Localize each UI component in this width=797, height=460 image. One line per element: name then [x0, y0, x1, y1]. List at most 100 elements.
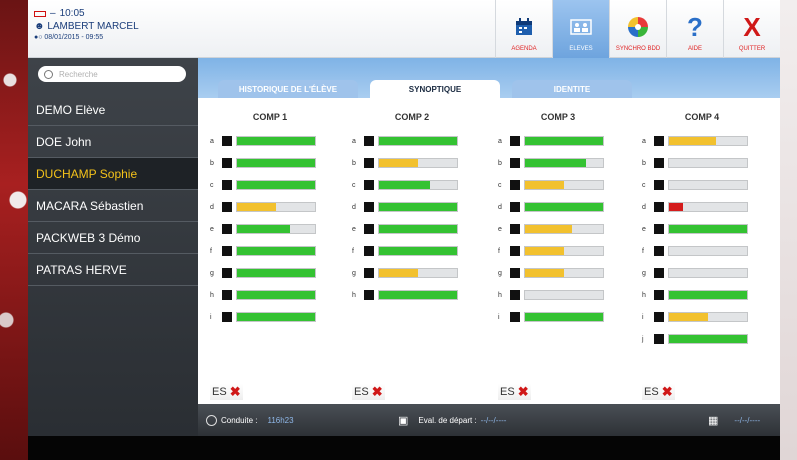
date-value: --/--/---- — [734, 415, 761, 425]
eleves-button[interactable]: ELEVES — [552, 0, 609, 58]
competence-row[interactable]: e — [352, 222, 458, 236]
search-input[interactable]: Recherche — [38, 66, 186, 82]
competence-row[interactable]: i — [642, 310, 748, 324]
progress-bar — [378, 224, 458, 234]
row-letter: g — [352, 269, 356, 277]
competence-row[interactable]: g — [352, 266, 458, 280]
row-marker — [510, 224, 520, 234]
competence-row[interactable]: c — [642, 178, 748, 192]
progress-fill — [525, 313, 603, 321]
competence-row[interactable]: e — [642, 222, 748, 236]
student-list: DEMO Elève DOE John DUCHAMP Sophie MACAR… — [28, 94, 198, 286]
progress-bar — [524, 224, 604, 234]
close-icon: ✖ — [661, 384, 673, 399]
progress-bar — [668, 202, 748, 212]
es-label: ES — [500, 386, 515, 398]
conduite-info: Conduite : 116h23 — [206, 404, 294, 436]
row-letter: h — [210, 291, 214, 299]
competence-row[interactable]: j — [642, 332, 748, 346]
competence-row[interactable]: a — [642, 134, 748, 148]
quitter-label: QUITTER — [738, 46, 766, 52]
calendar-icon — [511, 14, 537, 40]
student-item-macara[interactable]: MACARA Sébastien — [28, 190, 198, 222]
row-letter: g — [498, 269, 502, 277]
competence-row[interactable]: c — [210, 178, 316, 192]
competence-row[interactable]: c — [352, 178, 458, 192]
competence-row[interactable]: b — [210, 156, 316, 170]
progress-bar — [668, 334, 748, 344]
es-button[interactable]: ES ✖ — [498, 384, 531, 400]
session-datetime-text: 08/01/2015 - 09:55 — [44, 34, 104, 41]
competence-row[interactable]: f — [498, 244, 604, 258]
tab-synoptique[interactable]: SYNOPTIQUE — [370, 80, 500, 98]
competence-row[interactable]: h — [498, 288, 604, 302]
main-panel: HISTORIQUE DE L'ÉLÈVE SYNOPTIQUE IDENTIT… — [198, 58, 780, 404]
aide-button[interactable]: ? AIDE — [666, 0, 723, 58]
tab-bar: HISTORIQUE DE L'ÉLÈVE SYNOPTIQUE IDENTIT… — [198, 58, 780, 98]
row-marker — [654, 224, 664, 234]
progress-fill — [525, 137, 603, 145]
competence-row[interactable]: f — [210, 244, 316, 258]
student-item-demo[interactable]: DEMO Elève — [28, 94, 198, 126]
competence-row[interactable]: a — [352, 134, 458, 148]
quitter-button[interactable]: X QUITTER — [723, 0, 780, 58]
competence-row[interactable]: i — [498, 310, 604, 324]
competence-row[interactable]: b — [498, 156, 604, 170]
row-marker — [654, 334, 664, 344]
student-item-patras[interactable]: PATRAS HERVE — [28, 254, 198, 286]
row-marker — [510, 136, 520, 146]
row-letter: a — [498, 137, 502, 145]
progress-fill — [669, 313, 708, 321]
progress-bar — [524, 136, 604, 146]
competence-row[interactable]: g — [210, 266, 316, 280]
competence-row[interactable]: e — [210, 222, 316, 236]
tab-historique[interactable]: HISTORIQUE DE L'ÉLÈVE — [218, 80, 358, 98]
progress-bar — [378, 290, 458, 300]
es-label: ES — [212, 386, 227, 398]
agenda-button[interactable]: AGENDA — [495, 0, 552, 58]
competence-row[interactable]: h — [352, 288, 458, 302]
es-button[interactable]: ES ✖ — [642, 384, 675, 400]
row-letter: e — [210, 225, 214, 233]
competence-row[interactable]: a — [498, 134, 604, 148]
competence-row[interactable]: c — [498, 178, 604, 192]
competence-row[interactable]: a — [210, 134, 316, 148]
row-letter: g — [210, 269, 214, 277]
row-letter: b — [642, 159, 646, 167]
es-button[interactable]: ES ✖ — [352, 384, 385, 400]
competence-row[interactable]: d — [498, 200, 604, 214]
competence-row[interactable]: f — [352, 244, 458, 258]
progress-fill — [237, 159, 315, 167]
student-item-doe[interactable]: DOE John — [28, 126, 198, 158]
tab-identite[interactable]: IDENTITE — [512, 80, 632, 98]
sidebar: Recherche DEMO Elève DOE John DUCHAMP So… — [28, 58, 198, 436]
progress-fill — [525, 203, 603, 211]
competence-row[interactable]: d — [210, 200, 316, 214]
progress-bar — [668, 180, 748, 190]
competence-row[interactable]: b — [642, 156, 748, 170]
competence-row[interactable]: h — [642, 288, 748, 302]
background-right — [779, 0, 797, 460]
progress-bar — [236, 158, 316, 168]
competence-row[interactable]: f — [642, 244, 748, 258]
es-button[interactable]: ES ✖ — [210, 384, 243, 400]
competence-row[interactable]: h — [210, 288, 316, 302]
row-marker — [364, 158, 374, 168]
progress-fill — [237, 291, 315, 299]
synchro-button[interactable]: SYNCHRO BDD — [609, 0, 666, 58]
competence-row[interactable]: d — [352, 200, 458, 214]
competence-row[interactable]: g — [498, 266, 604, 280]
progress-fill — [669, 225, 747, 233]
student-item-duchamp[interactable]: DUCHAMP Sophie — [28, 158, 198, 190]
progress-bar — [378, 136, 458, 146]
competence-row[interactable]: i — [210, 310, 316, 324]
competence-row[interactable]: e — [498, 222, 604, 236]
competence-row[interactable]: d — [642, 200, 748, 214]
row-marker — [364, 202, 374, 212]
row-marker — [222, 202, 232, 212]
competence-title: COMP 2 — [394, 112, 430, 122]
competence-row[interactable]: g — [642, 266, 748, 280]
student-item-packweb[interactable]: PACKWEB 3 Démo — [28, 222, 198, 254]
competence-row[interactable]: b — [352, 156, 458, 170]
competence-column: COMP 2 a b c d e f g h ES ✖ — [348, 98, 488, 400]
